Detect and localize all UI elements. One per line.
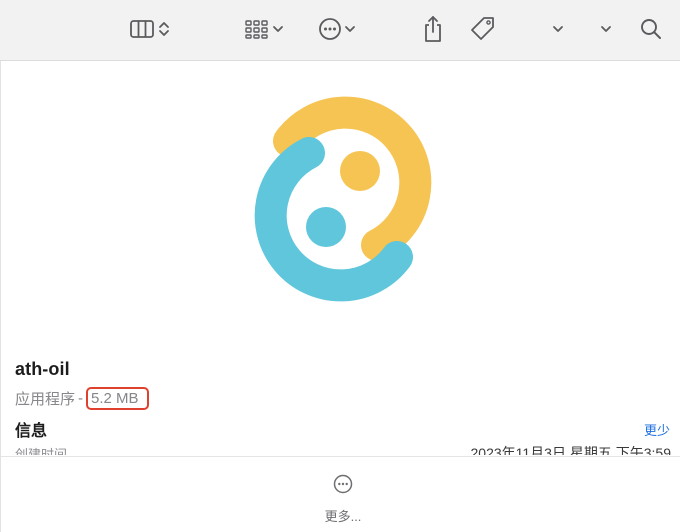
created-row: 创建时间 2023年11月3日 星期五 下午3:59 [1,444,680,455]
share-button[interactable] [418,12,448,46]
group-button[interactable] [238,12,290,46]
created-label: 创建时间 [15,447,68,455]
app-name: ath-oil [15,359,70,379]
overflow-chevron-1[interactable] [548,12,568,46]
meta-separator: - [78,389,84,407]
tag-button[interactable] [468,12,498,46]
footer-divider [1,456,680,457]
ellipsis-circle-icon [332,473,354,500]
grid-icon [243,18,271,40]
search-button[interactable] [637,12,665,46]
preview-pane: ath-oil 应用程序 - 5.2 MB 信息 更少 创建时间 2023年11… [0,61,680,532]
more-button[interactable]: 更多... [311,473,375,529]
chevron-down-icon [271,18,285,40]
file-kind-size: 应用程序 - 5.2 MB [15,386,149,410]
ellipsis-circle-icon [317,16,343,42]
share-icon [421,14,445,44]
show-less-link[interactable]: 更少 [644,420,670,439]
chevron-down-icon [599,18,613,40]
finder-window: ath-oil 应用程序 - 5.2 MB 信息 更少 创建时间 2023年11… [0,0,680,532]
chevron-down-icon [551,18,565,40]
created-value: 2023年11月3日 星期五 下午3:59 [470,445,672,455]
view-columns-button[interactable] [122,12,178,46]
file-kind: 应用程序 [15,390,76,408]
overflow-chevron-2[interactable] [596,12,616,46]
tag-icon [469,15,497,43]
app-icon [254,96,432,302]
file-size-highlight: 5.2 MB [86,386,149,410]
search-icon [639,17,663,41]
more-label: 更多... [324,509,362,524]
info-section-title: 信息 [15,423,48,440]
chevron-up-down-icon [157,18,171,40]
toolbar [0,0,680,61]
columns-icon [129,18,157,40]
action-button[interactable] [313,12,361,46]
chevron-down-icon [343,18,357,40]
